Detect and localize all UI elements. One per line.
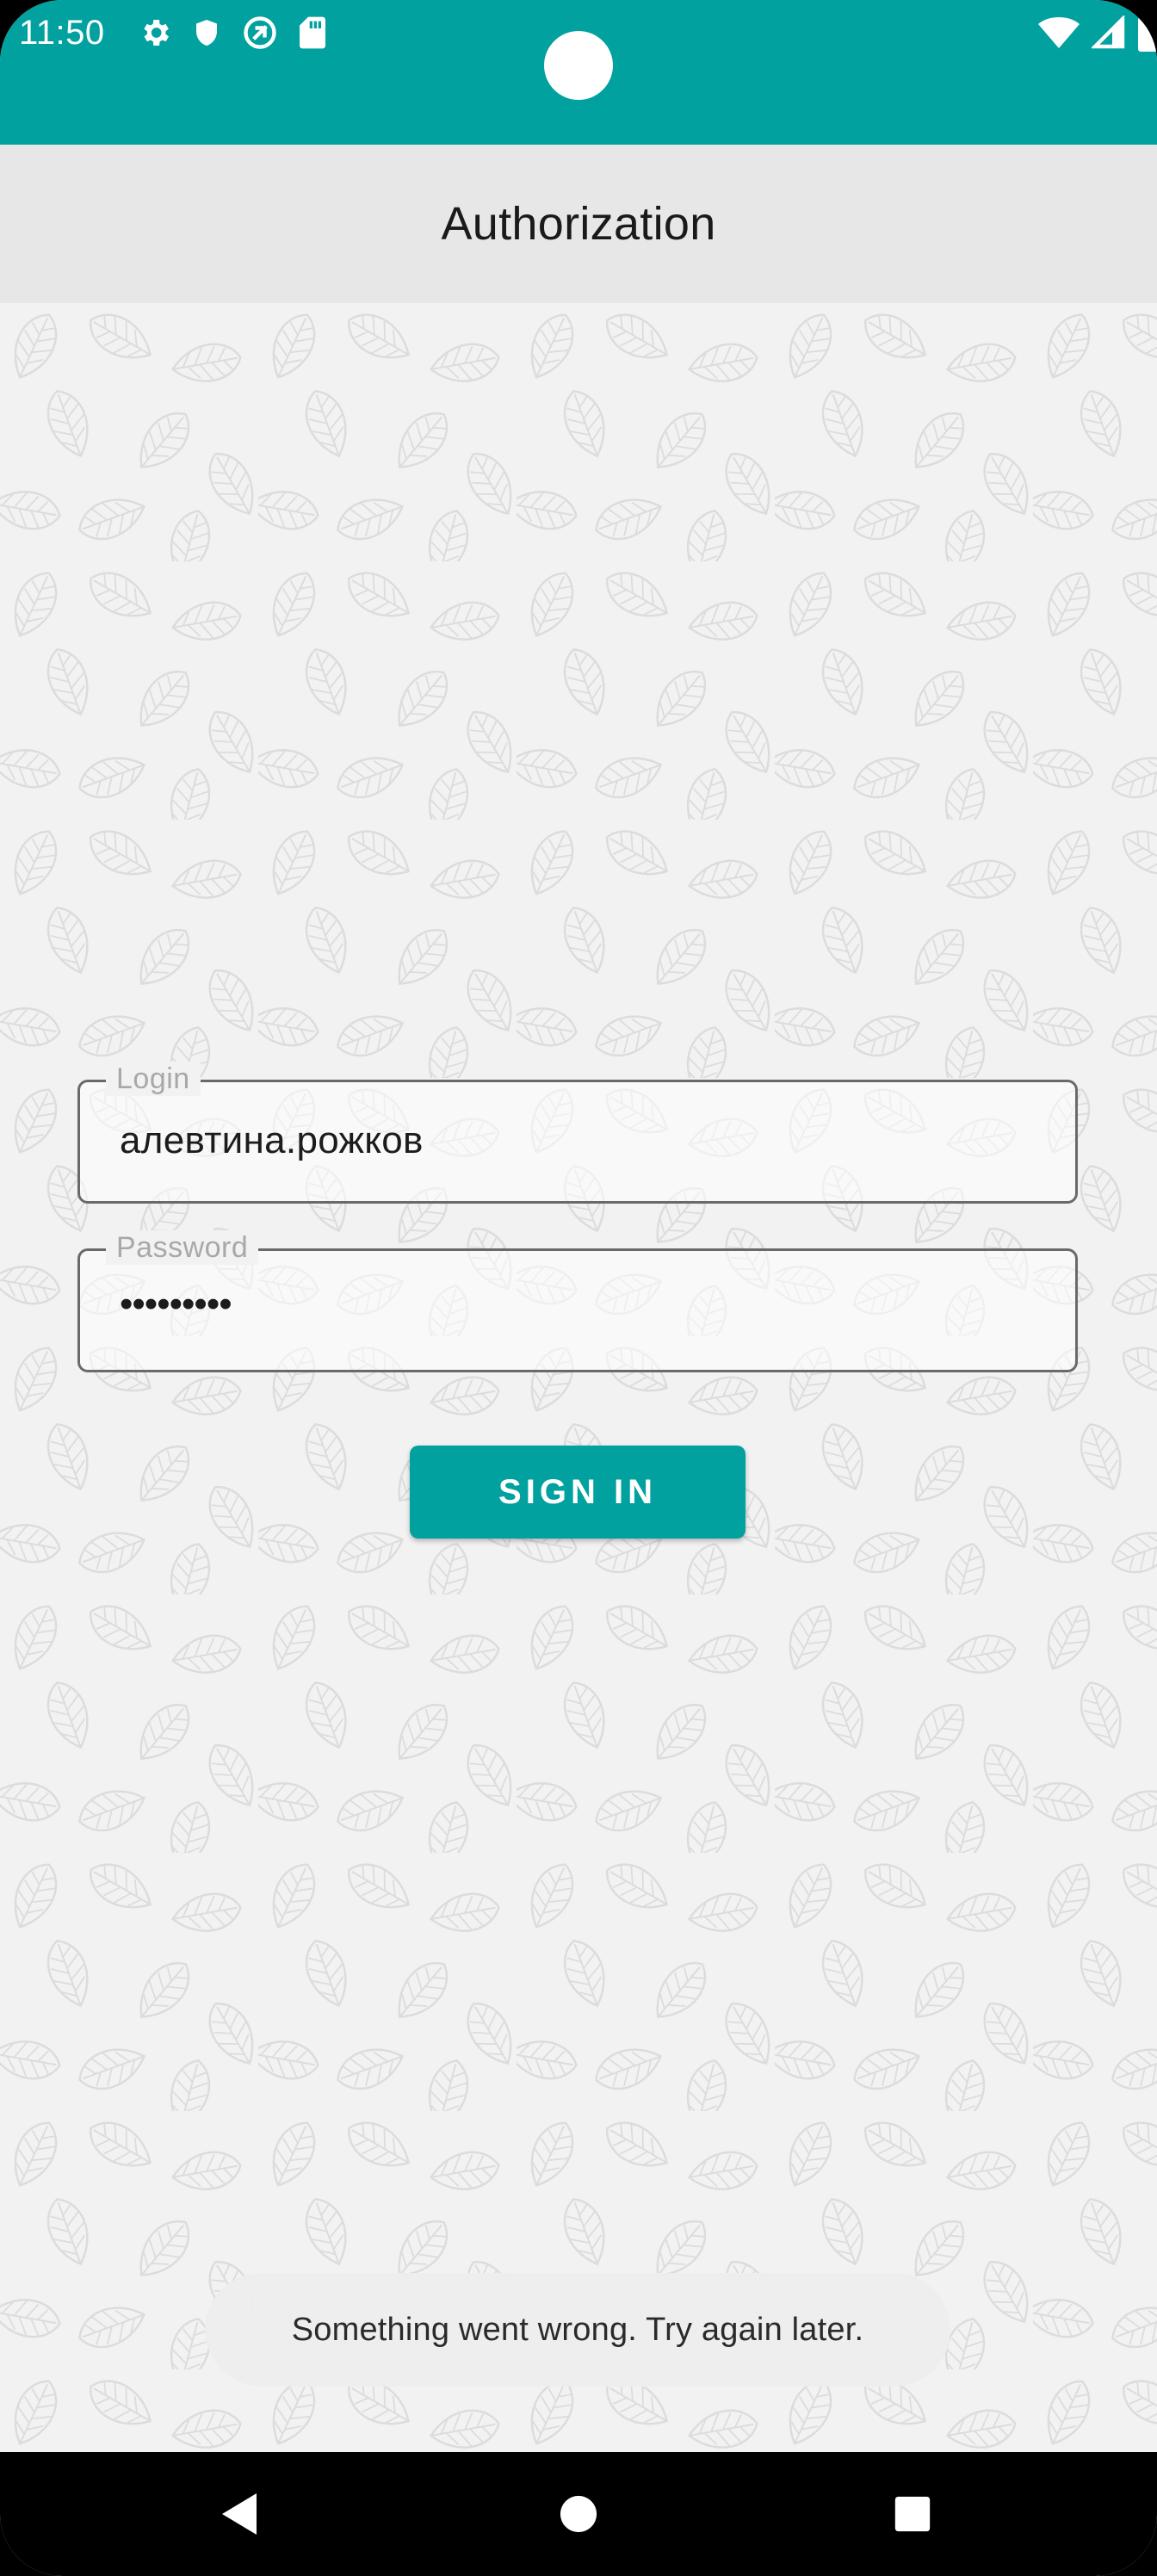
- password-input[interactable]: •••••••••: [120, 1280, 232, 1328]
- sign-in-button[interactable]: SIGN IN: [410, 1446, 746, 1539]
- at-sign-icon: [241, 14, 279, 52]
- password-field[interactable]: Password •••••••••: [77, 1230, 1078, 1372]
- status-icons-right: [1038, 12, 1157, 53]
- recents-icon: [894, 2496, 931, 2532]
- error-toast: Something went wrong. Try again later.: [205, 2273, 950, 2387]
- gear-icon: [138, 15, 172, 50]
- status-bar: 11:50: [0, 0, 1157, 145]
- login-input[interactable]: алевтина.рожков: [120, 1117, 424, 1165]
- back-button[interactable]: [212, 2486, 267, 2542]
- app-bar: Authorization: [0, 145, 1157, 303]
- recents-button[interactable]: [885, 2486, 940, 2542]
- navigation-bar: [0, 2452, 1157, 2576]
- battery-icon: [1138, 14, 1157, 52]
- status-time: 11:50: [19, 14, 105, 52]
- home-button[interactable]: [551, 2486, 606, 2542]
- password-label: Password: [106, 1230, 259, 1265]
- phone-screen: 11:50 Authorization Login алевтина.рожко…: [0, 0, 1157, 2576]
- back-icon: [222, 2493, 257, 2535]
- status-icons-left: [138, 12, 327, 53]
- login-field[interactable]: Login алевтина.рожков: [77, 1062, 1078, 1204]
- home-icon: [560, 2495, 597, 2533]
- sd-card-icon: [298, 15, 327, 50]
- wifi-icon: [1038, 15, 1080, 50]
- cell-signal-icon: [1092, 15, 1126, 50]
- page-title: Authorization: [441, 198, 716, 250]
- leaf-pattern-background: [0, 303, 1157, 2452]
- camera-cutout: [544, 31, 613, 100]
- shield-icon: [191, 15, 222, 50]
- login-label: Login: [106, 1062, 201, 1096]
- login-content: Login алевтина.рожков Password •••••••••…: [0, 303, 1157, 2452]
- toast-message: Something went wrong. Try again later.: [291, 2311, 864, 2348]
